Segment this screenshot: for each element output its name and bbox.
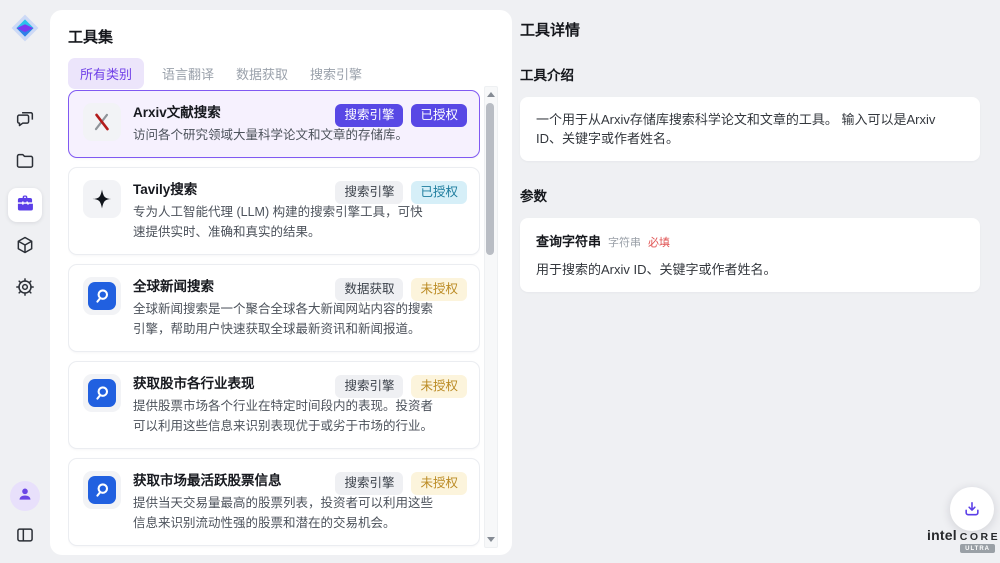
tool-badges: 搜索引擎已授权 (335, 181, 467, 204)
params-box: 查询字符串字符串必填用于搜索的Arxiv ID、关键字或作者姓名。 (520, 218, 980, 292)
param-name: 查询字符串 (536, 234, 601, 249)
tab-3[interactable]: 搜索引擎 (306, 58, 366, 89)
scrollbar-up-arrow-icon[interactable] (487, 92, 495, 97)
folder-icon (15, 151, 35, 176)
app-logo-gem-icon[interactable] (10, 13, 40, 43)
tool-details-panel: 工具详情 工具介绍 一个用于从Arxiv存储库搜索科学论文和文章的工具。 输入可… (520, 0, 980, 292)
param-description: 用于搜索的Arxiv ID、关键字或作者姓名。 (536, 261, 964, 279)
tool-badges: 搜索引擎未授权 (335, 375, 467, 398)
tool-category-badge: 搜索引擎 (335, 472, 403, 495)
params-heading: 参数 (520, 185, 980, 205)
tool-badges: 搜索引擎已授权 (335, 104, 467, 127)
tool-auth-badge: 已授权 (411, 104, 467, 127)
sidebar-bottom (0, 481, 50, 553)
app-sidebar (0, 0, 50, 563)
download-icon (962, 499, 982, 519)
tool-description: 全球新闻搜索是一个聚合全球各大新闻网站内容的搜索引擎，帮助用户快速获取全球最新资… (133, 299, 435, 339)
sidebar-item-chat[interactable] (8, 104, 42, 138)
tool-badges: 搜索引擎未授权 (335, 472, 467, 495)
tool-card[interactable]: 获取市场最活跃股票信息提供当天交易量最高的股票列表，投资者可以利用这些信息来识别… (68, 458, 480, 546)
tool-auth-badge: 未授权 (411, 472, 467, 495)
param-header: 查询字符串字符串必填 (536, 231, 964, 251)
tool-auth-badge: 未授权 (411, 375, 467, 398)
tool-description: 提供当天交易量最高的股票列表，投资者可以利用这些信息来识别流动性强的股票和潜在的… (133, 493, 435, 533)
toolset-title: 工具集 (68, 26, 113, 47)
tool-category-badge: 搜索引擎 (335, 104, 403, 127)
tool-card[interactable]: Tavily搜索专为人工智能代理 (LLM) 构建的搜索引擎工具，可快速提供实时… (68, 167, 480, 255)
search-app-icon (83, 277, 121, 315)
arxiv-icon (83, 103, 121, 141)
tab-1[interactable]: 语言翻译 (158, 58, 218, 89)
sidebar-item-user[interactable] (10, 481, 40, 511)
param-type: 字符串 (608, 237, 641, 249)
brand-ultra-badge: ultra (960, 544, 995, 553)
tab-all-categories[interactable]: 所有类别 (68, 58, 144, 89)
tool-auth-badge: 已授权 (411, 181, 467, 204)
app-window: 工具集 所有类别语言翻译数据获取搜索引擎 Arxiv文献搜索访问各个研究领域大量… (0, 0, 1000, 563)
tool-card[interactable]: 全球新闻搜索全球新闻搜索是一个聚合全球各大新闻网站内容的搜索引擎，帮助用户快速获… (68, 264, 480, 352)
sidebar-item-settings[interactable] (8, 272, 42, 306)
search-app-icon (83, 374, 121, 412)
brand-core-text: CORE (960, 531, 1000, 543)
sidebar-nav (0, 104, 50, 306)
toolbox-icon (15, 193, 35, 218)
panel-icon (15, 525, 35, 550)
tool-list: Arxiv文献搜索访问各个研究领域大量科学论文和文章的存储库。搜索引擎已授权 Ta… (68, 90, 480, 553)
intro-text: 一个用于从Arxiv存储库搜索科学论文和文章的工具。 输入可以是Arxiv ID… (536, 110, 964, 148)
tavily-star-icon (83, 180, 121, 218)
param-row: 查询字符串字符串必填用于搜索的Arxiv ID、关键字或作者姓名。 (536, 231, 964, 279)
tool-description: 专为人工智能代理 (LLM) 构建的搜索引擎工具，可快速提供实时、准确和真实的结… (133, 202, 435, 242)
scrollbar-down-arrow-icon[interactable] (487, 537, 495, 542)
download-button[interactable] (950, 487, 994, 531)
toolset-panel: 工具集 所有类别语言翻译数据获取搜索引擎 Arxiv文献搜索访问各个研究领域大量… (50, 10, 512, 555)
intel-core-logo: intel CORE ultra (927, 527, 995, 553)
tool-auth-badge: 未授权 (411, 278, 467, 301)
details-title: 工具详情 (520, 19, 980, 40)
tool-card[interactable]: 获取股市各行业表现提供股票市场各个行业在特定时间段内的表现。投资者可以利用这些信… (68, 361, 480, 449)
sidebar-item-panel-toggle[interactable] (9, 521, 41, 553)
param-list: 查询字符串字符串必填用于搜索的Arxiv ID、关键字或作者姓名。 (536, 231, 964, 279)
sidebar-item-cube[interactable] (8, 230, 42, 264)
intro-heading: 工具介绍 (520, 64, 980, 84)
tool-badges: 数据获取未授权 (335, 278, 467, 301)
tool-category-badge: 搜索引擎 (335, 181, 403, 204)
tool-list-scrollbar[interactable] (484, 86, 498, 548)
chat-icon (15, 109, 35, 134)
brand-intel-text: intel (927, 527, 957, 543)
search-app-icon (83, 471, 121, 509)
user-icon (17, 486, 33, 507)
intro-box: 一个用于从Arxiv存储库搜索科学论文和文章的工具。 输入可以是Arxiv ID… (520, 97, 980, 161)
param-required-flag: 必填 (648, 237, 670, 249)
tool-category-badge: 数据获取 (335, 278, 403, 301)
tool-description: 提供股票市场各个行业在特定时间段内的表现。投资者可以利用这些信息来识别表现优于或… (133, 396, 435, 436)
tool-description: 访问各个研究领域大量科学论文和文章的存储库。 (133, 125, 435, 145)
tool-category-badge: 搜索引擎 (335, 375, 403, 398)
category-tabs: 所有类别语言翻译数据获取搜索引擎 (68, 58, 366, 89)
tool-card[interactable]: Arxiv文献搜索访问各个研究领域大量科学论文和文章的存储库。搜索引擎已授权 (68, 90, 480, 158)
cube-icon (15, 235, 35, 260)
tab-2[interactable]: 数据获取 (232, 58, 292, 89)
scrollbar-thumb[interactable] (486, 103, 494, 255)
sidebar-item-toolbox[interactable] (8, 188, 42, 222)
sidebar-item-folder[interactable] (8, 146, 42, 180)
gear-icon (15, 277, 35, 302)
